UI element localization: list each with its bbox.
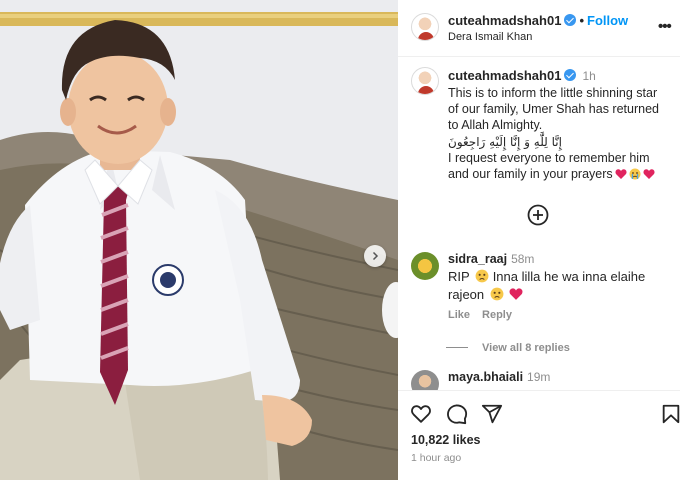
- red-heart-emoji-icon: [643, 169, 655, 180]
- sad-face-emoji-icon: [475, 269, 489, 283]
- save-button[interactable]: [660, 403, 680, 425]
- crying-face-emoji-icon: [629, 168, 641, 180]
- view-replies-button[interactable]: View all 8 replies: [446, 342, 570, 354]
- comment-bubble-icon: [447, 404, 468, 425]
- caption-line: to Allah Almighty.: [448, 118, 543, 133]
- post-footer: 10,822 likes 1 hour ago: [398, 390, 680, 480]
- sad-face-emoji-icon: [490, 287, 504, 301]
- likes-count[interactable]: 10,822 likes: [411, 433, 481, 447]
- like-button[interactable]: [410, 403, 432, 425]
- caption-text: This is to inform the little shinning st…: [448, 85, 680, 182]
- caption-header: cuteahmadshah01 1h: [448, 68, 596, 83]
- caption-line: and our family in your prayers: [448, 167, 613, 182]
- comment-text-part: Inna lilla he wa inna elaihe: [492, 269, 646, 284]
- comment-reply-button[interactable]: Reply: [482, 309, 512, 321]
- caption-username[interactable]: cuteahmadshah01: [448, 68, 561, 83]
- comment-text-part: rajeon: [448, 287, 485, 302]
- caption-time: 1h: [582, 69, 596, 83]
- author-line: cuteahmadshah01 • Follow: [448, 13, 628, 28]
- share-button[interactable]: [481, 403, 503, 425]
- post-side-panel: cuteahmadshah01 • Follow Dera Ismail Khan …: [398, 0, 680, 480]
- action-bar: [410, 403, 680, 427]
- comment-username[interactable]: maya.bhaiali: [448, 370, 523, 384]
- comment-username[interactable]: sidra_raaj: [448, 252, 507, 266]
- author-username[interactable]: cuteahmadshah01: [448, 13, 561, 28]
- caption-line-arabic: إِنَّا لِلَّٰهِ وَ إِنَّا إِلَيْهِ رَاجِ…: [448, 134, 562, 149]
- plus-circle-icon[interactable]: [527, 204, 549, 226]
- caption-line: This is to inform the little shinning st…: [448, 86, 658, 100]
- comment-button[interactable]: [446, 403, 468, 425]
- photo-illustration: [0, 0, 398, 480]
- caption-line: of our family, Umer Shah has returned: [448, 102, 659, 117]
- comment-header: sidra_raaj 58m: [448, 252, 534, 266]
- location-link[interactable]: Dera Ismail Khan: [448, 31, 532, 43]
- comment-text: RIP Inna lilla he wa inna elaihe rajeon: [448, 268, 668, 304]
- post-photo[interactable]: [0, 0, 398, 480]
- carousel-next-button[interactable]: [364, 245, 386, 267]
- author-avatar[interactable]: [411, 13, 439, 41]
- caption-avatar[interactable]: [411, 67, 439, 95]
- heart-icon: [411, 405, 431, 423]
- caption-line: I request everyone to remember him: [448, 150, 650, 165]
- follow-button[interactable]: Follow: [587, 13, 628, 28]
- paper-plane-icon: [481, 404, 503, 424]
- post-header: cuteahmadshah01 • Follow Dera Ismail Khan …: [398, 0, 680, 57]
- caption-line-last: and our family in your prayers: [448, 166, 680, 182]
- separator-dot: •: [579, 13, 584, 28]
- comment-header: maya.bhaiali 19m: [448, 370, 550, 384]
- red-heart-emoji-icon: [509, 288, 523, 300]
- comment-actions: Like Reply: [448, 309, 524, 321]
- chevron-right-icon: [372, 251, 379, 261]
- comments-area[interactable]: cuteahmadshah01 1h This is to inform the …: [398, 57, 680, 390]
- verified-badge-icon: [564, 14, 577, 26]
- comment-avatar[interactable]: [411, 252, 439, 280]
- comment-like-button[interactable]: Like: [448, 309, 470, 321]
- more-options-icon[interactable]: •••: [658, 19, 674, 36]
- comment-text-part: RIP: [448, 269, 470, 284]
- comment-time: 58m: [511, 252, 535, 266]
- comment-avatar[interactable]: [411, 370, 439, 390]
- verified-badge-icon: [564, 69, 577, 81]
- red-heart-emoji-icon: [615, 169, 627, 180]
- comment-time: 19m: [527, 370, 551, 384]
- bookmark-icon: [662, 404, 680, 424]
- post-timestamp[interactable]: 1 hour ago: [411, 452, 461, 464]
